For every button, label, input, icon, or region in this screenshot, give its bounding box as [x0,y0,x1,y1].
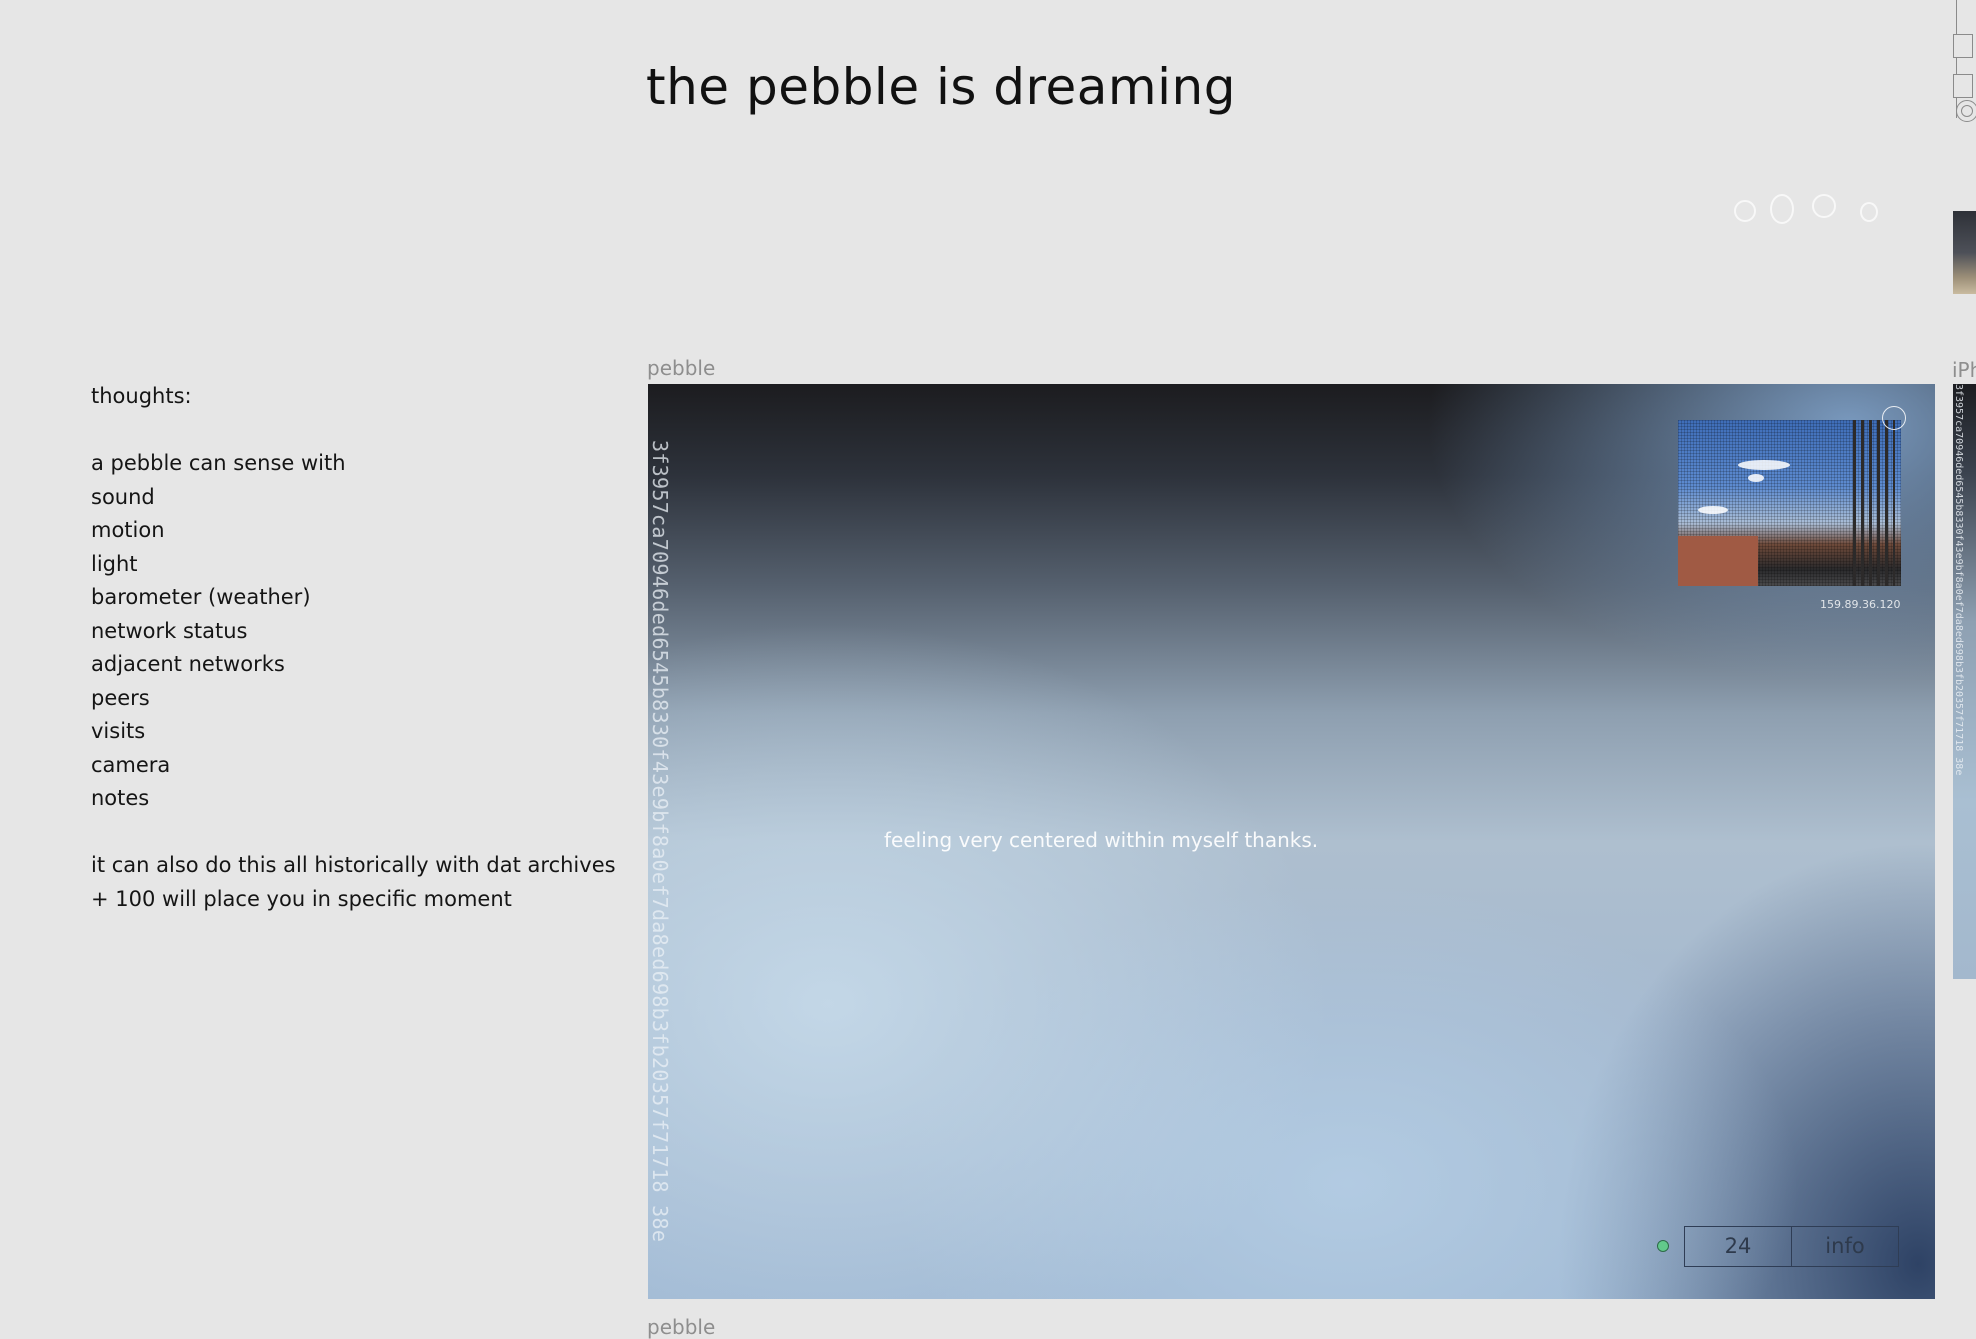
motion-icon [1770,194,1794,224]
frame-label: pebble [647,356,716,380]
peer-icon [1860,202,1878,222]
sense-item: light [91,551,138,576]
ip-address: 159.89.36.120 [1820,598,1901,611]
sense-item: sound [91,484,155,509]
window-icon[interactable] [1953,34,1973,58]
info-button[interactable]: info [1791,1227,1898,1266]
thoughts-footer-line: it can also do this all historically wit… [91,853,616,877]
page-title: the pebble is dreaming [646,58,1236,116]
circle-close-icon[interactable] [1882,406,1906,430]
next-frame-label: pebble [647,1315,716,1339]
sense-item: barometer (weather) [91,585,311,609]
thoughts-intro: a pebble can sense with [91,451,346,475]
faint-sensor-icons [1730,192,1880,232]
light-icon [1812,194,1836,218]
frame-controls: 24 info [1684,1226,1899,1267]
pebble-hash: 3f3957ca70946ded6545b8330f43e9bf8a0ef7da… [648,440,672,1243]
pebble-frame[interactable]: 3f3957ca70946ded6545b8330f43e9bf8a0ef7da… [648,384,1935,1299]
thoughts-heading: thoughts: [91,384,192,408]
sense-item: network status [91,618,248,643]
cloud [1698,506,1728,514]
sense-item: notes [91,786,150,810]
fence [1853,420,1895,586]
sense-item: motion [91,518,165,542]
sense-item: peers [91,685,150,710]
side-frame-label: iPh [1952,358,1976,382]
pebble-message: feeling very centered within myself than… [884,828,1319,852]
sense-item: camera [91,752,171,777]
sense-item: visits [91,719,146,743]
thoughts-footer-line: + 100 will place you in specific moment [91,886,512,911]
target-icon[interactable] [1956,100,1976,122]
side-frame[interactable]: 3f3957ca70946ded6545b8330f43e9bf8a0ef7da… [1953,384,1976,979]
sound-icon [1734,200,1756,222]
cloud [1748,474,1764,482]
count-button[interactable]: 24 [1685,1227,1791,1266]
sense-item: adjacent networks [91,652,285,676]
window-icon[interactable] [1953,74,1973,98]
thoughts-panel: thoughts: a pebble can sense with sound … [91,380,651,916]
camera-thumbnail[interactable] [1678,420,1901,586]
building [1678,536,1758,586]
side-hash: 3f3957ca70946ded6545b8330f43e9bf8a0ef7da… [1953,384,1964,776]
side-thumbnail[interactable] [1953,211,1976,294]
status-indicator-icon [1657,1240,1669,1252]
edge-divider [1956,0,1957,118]
cloud [1738,460,1790,470]
